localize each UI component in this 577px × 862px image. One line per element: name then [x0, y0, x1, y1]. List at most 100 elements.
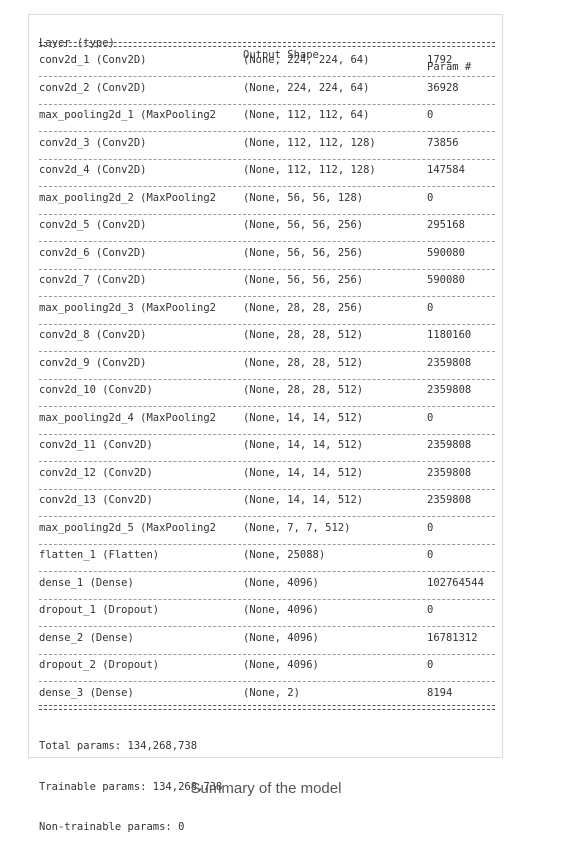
- param-count: 2359808: [427, 356, 472, 369]
- row-divider: [39, 571, 495, 572]
- layer-name: conv2d_3 (Conv2D): [39, 136, 147, 149]
- row-divider: [39, 406, 495, 407]
- table-row: dense_1 (Dense) (None, 4096) 102764544: [39, 577, 497, 605]
- layer-name: conv2d_11 (Conv2D): [39, 439, 153, 451]
- param-count: 0: [427, 521, 434, 534]
- table-row: dropout_2 (Dropout) (None, 4096) 0: [39, 659, 497, 687]
- row-divider: [39, 626, 495, 627]
- output-shape: (None, 224, 224, 64): [243, 54, 370, 66]
- model-summary-panel: Layer (type) Output Shape Param # conv2d…: [28, 14, 503, 833]
- summary-header: Layer (type) Output Shape Param #: [39, 25, 497, 73]
- output-shape: (None, 14, 14, 512): [243, 439, 364, 451]
- row-divider: [39, 351, 495, 352]
- table-row: conv2d_2 (Conv2D) (None, 224, 224, 64) 369…: [39, 82, 497, 110]
- layer-name: dropout_2 (Dropout): [39, 659, 160, 671]
- header-separator: [39, 42, 495, 47]
- table-row: max_pooling2d_1 (MaxPooling2 (None, 112, …: [39, 109, 497, 137]
- output-shape: (None, 4096): [243, 576, 319, 589]
- table-row: conv2d_12 (Conv2D) (None, 14, 14, 512) 235…: [39, 467, 497, 495]
- layer-name: max_pooling2d_5 (MaxPooling2: [39, 521, 217, 534]
- layer-table: conv2d_1 (Conv2D) (None, 224, 224, 64) 179…: [39, 54, 497, 714]
- param-count: 0: [427, 659, 434, 671]
- param-count: 2359808: [427, 494, 472, 506]
- layer-name: flatten_1 (Flatten): [39, 549, 160, 561]
- layer-name: conv2d_9 (Conv2D): [39, 356, 147, 369]
- param-count: 73856: [427, 136, 459, 149]
- table-row: dense_2 (Dense) (None, 4096) 16781312: [39, 632, 497, 660]
- param-count: 1180160: [427, 329, 472, 341]
- table-row: conv2d_6 (Conv2D) (None, 56, 56, 256) 5900…: [39, 247, 497, 275]
- output-shape: (None, 4096): [243, 604, 319, 616]
- table-row: flatten_1 (Flatten) (None, 25088) 0: [39, 549, 497, 577]
- row-divider: [39, 131, 495, 132]
- table-row: max_pooling2d_3 (MaxPooling2 (None, 28, 2…: [39, 302, 497, 330]
- row-divider: [39, 433, 495, 435]
- layer-name: max_pooling2d_3 (MaxPooling2: [39, 301, 217, 314]
- row-divider: [39, 323, 495, 325]
- param-count: 147584: [427, 164, 465, 176]
- param-count: 1792: [427, 54, 453, 66]
- output-shape: (None, 25088): [243, 549, 326, 561]
- layer-name: conv2d_6 (Conv2D): [39, 246, 147, 259]
- output-shape: (None, 112, 112, 64): [243, 109, 370, 121]
- row-divider: [39, 488, 495, 490]
- layer-name: dense_2 (Dense): [39, 631, 134, 644]
- param-count: 0: [427, 549, 434, 561]
- table-row: conv2d_3 (Conv2D) (None, 112, 112, 128) 73…: [39, 137, 497, 165]
- row-divider: [39, 158, 495, 160]
- param-count: 8194: [427, 686, 453, 699]
- output-shape: (None, 7, 7, 512): [243, 521, 351, 534]
- row-divider: [39, 268, 495, 270]
- output-shape: (None, 56, 56, 256): [243, 246, 364, 259]
- param-count: 102764544: [427, 576, 484, 589]
- output-shape: (None, 28, 28, 512): [243, 329, 364, 341]
- output-shape: (None, 112, 112, 128): [243, 164, 376, 176]
- param-count: 2359808: [427, 384, 472, 396]
- layer-name: conv2d_2 (Conv2D): [39, 81, 147, 94]
- layer-name: conv2d_1 (Conv2D): [39, 54, 147, 66]
- layer-name: conv2d_12 (Conv2D): [39, 466, 153, 479]
- layer-name: max_pooling2d_4 (MaxPooling2: [39, 411, 217, 424]
- row-divider: [39, 461, 495, 462]
- param-count: 295168: [427, 219, 465, 231]
- table-row: conv2d_8 (Conv2D) (None, 28, 28, 512) 1180…: [39, 329, 497, 357]
- table-row: max_pooling2d_5 (MaxPooling2 (None, 7, 7,…: [39, 522, 497, 550]
- param-count: 2359808: [427, 439, 472, 451]
- row-divider: [39, 296, 495, 297]
- output-shape: (None, 4096): [243, 631, 319, 644]
- output-shape: (None, 14, 14, 512): [243, 494, 364, 506]
- param-count: 16781312: [427, 631, 478, 644]
- output-shape: (None, 112, 112, 128): [243, 136, 376, 149]
- output-shape: (None, 4096): [243, 659, 319, 671]
- output-shape: (None, 14, 14, 512): [243, 411, 364, 424]
- table-row: max_pooling2d_2 (MaxPooling2 (None, 56, 5…: [39, 192, 497, 220]
- output-shape: (None, 56, 56, 256): [243, 219, 364, 231]
- layer-name: conv2d_5 (Conv2D): [39, 219, 147, 231]
- row-divider: [39, 516, 495, 517]
- layer-name: dense_1 (Dense): [39, 576, 134, 589]
- param-count: 0: [427, 411, 434, 424]
- row-divider: [39, 653, 495, 655]
- table-row: max_pooling2d_4 (MaxPooling2 (None, 14, 1…: [39, 412, 497, 440]
- output-shape: (None, 28, 28, 512): [243, 356, 364, 369]
- row-divider: [39, 378, 495, 380]
- figure-caption: Summary of the model: [190, 780, 342, 797]
- param-count: 0: [427, 604, 434, 616]
- output-shape: (None, 14, 14, 512): [243, 466, 364, 479]
- row-divider: [39, 543, 495, 545]
- row-divider: [39, 76, 495, 77]
- param-count: 0: [427, 191, 434, 204]
- layer-name: max_pooling2d_2 (MaxPooling2: [39, 191, 217, 204]
- param-count: 2359808: [427, 466, 472, 479]
- layer-name: conv2d_7 (Conv2D): [39, 274, 147, 286]
- output-shape: (None, 28, 28, 256): [243, 301, 364, 314]
- table-row: conv2d_10 (Conv2D) (None, 28, 28, 512) 235…: [39, 384, 497, 412]
- layer-name: dropout_1 (Dropout): [39, 604, 160, 616]
- total-params: Total params: 134,268,738: [39, 740, 198, 752]
- row-divider: [39, 681, 495, 682]
- table-row: conv2d_9 (Conv2D) (None, 28, 28, 512) 2359…: [39, 357, 497, 385]
- footer-separator: [39, 705, 495, 710]
- param-count: 0: [427, 109, 434, 121]
- row-divider: [39, 213, 495, 215]
- row-divider: [39, 103, 495, 105]
